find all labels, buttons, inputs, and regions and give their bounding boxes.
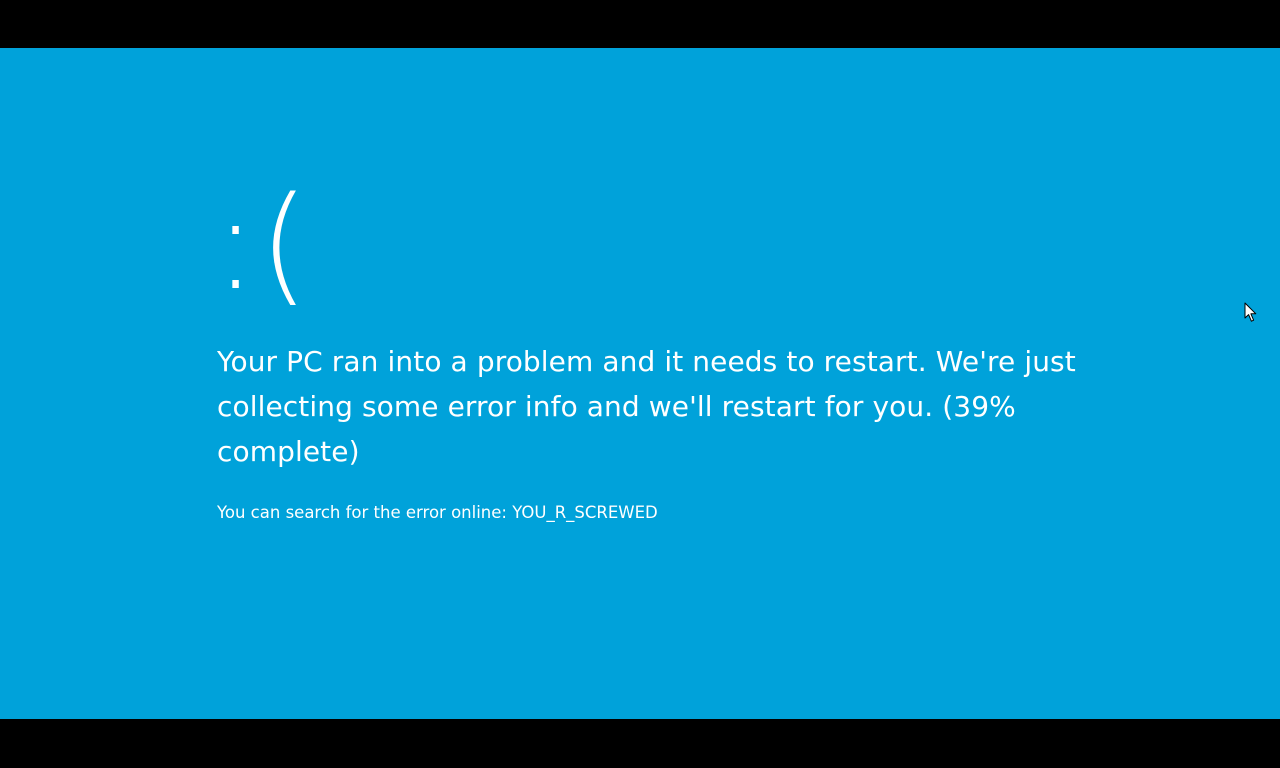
letterbox-bottom-bar — [0, 719, 1280, 768]
search-hint-text: You can search for the error online: — [217, 503, 513, 522]
error-message-end: complete) — [217, 435, 360, 468]
error-code: YOU_R_SCREWED — [512, 503, 658, 522]
letterbox-top-bar — [0, 0, 1280, 48]
error-message: Your PC ran into a problem and it needs … — [217, 339, 1097, 474]
blue-screen-of-death: :( Your PC ran into a problem and it nee… — [0, 48, 1280, 719]
search-hint: You can search for the error online: YOU… — [217, 502, 658, 524]
mouse-pointer-icon — [1244, 302, 1257, 322]
progress-percent: 39% — [953, 390, 1016, 423]
sad-face-emoticon: :( — [214, 170, 312, 319]
error-message-text: Your PC ran into a problem and it needs … — [217, 345, 1076, 423]
